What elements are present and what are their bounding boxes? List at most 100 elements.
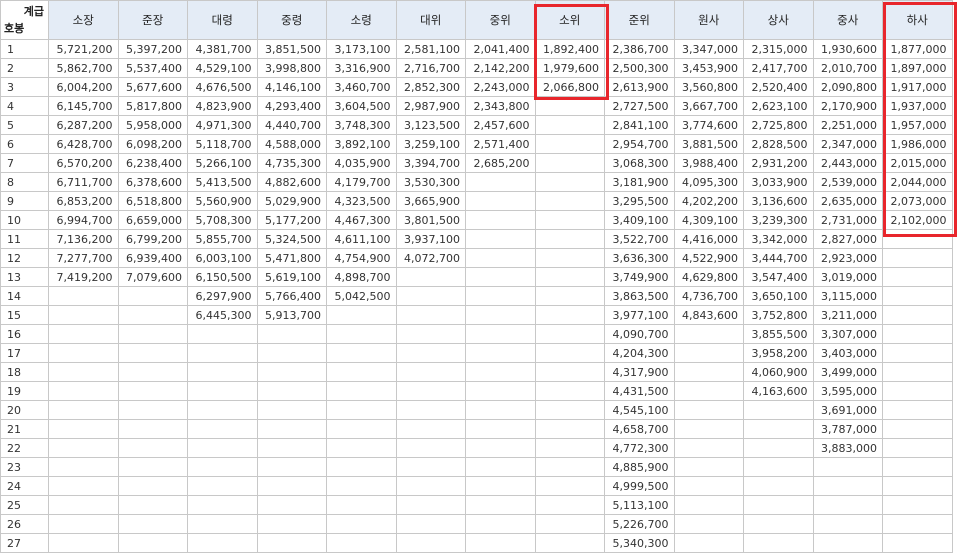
step-number-cell: 26 bbox=[0, 514, 49, 534]
pay-cell bbox=[673, 438, 744, 458]
column-header: 중사 bbox=[812, 0, 883, 40]
pay-cell bbox=[465, 248, 536, 268]
step-number-cell: 10 bbox=[0, 210, 49, 230]
pay-cell bbox=[256, 495, 327, 515]
column-header: 중위 bbox=[465, 0, 536, 40]
pay-cell: 6,378,600 bbox=[117, 172, 188, 192]
pay-cell: 2,243,000 bbox=[465, 77, 536, 97]
pay-cell: 3,855,500 bbox=[743, 324, 814, 344]
pay-cell bbox=[187, 533, 258, 553]
pay-cell bbox=[326, 400, 397, 420]
pay-cell bbox=[256, 343, 327, 363]
pay-cell bbox=[395, 343, 466, 363]
pay-cell bbox=[534, 153, 605, 173]
step-number-cell: 19 bbox=[0, 381, 49, 401]
pay-cell bbox=[256, 362, 327, 382]
pay-cell: 5,958,000 bbox=[117, 115, 188, 135]
pay-cell: 2,954,700 bbox=[604, 134, 675, 154]
pay-cell bbox=[534, 210, 605, 230]
pay-cell bbox=[465, 210, 536, 230]
pay-cell bbox=[465, 381, 536, 401]
pay-cell bbox=[882, 476, 953, 496]
step-number-cell: 5 bbox=[0, 115, 49, 135]
pay-cell bbox=[117, 324, 188, 344]
pay-cell: 5,855,700 bbox=[187, 229, 258, 249]
pay-cell: 3,409,100 bbox=[604, 210, 675, 230]
pay-cell bbox=[882, 457, 953, 477]
pay-cell bbox=[534, 419, 605, 439]
pay-cell: 3,403,000 bbox=[812, 343, 883, 363]
column-header: 소위 bbox=[534, 0, 605, 40]
pay-cell: 2,685,200 bbox=[465, 153, 536, 173]
pay-cell: 1,979,600 bbox=[534, 58, 605, 78]
pay-cell bbox=[395, 514, 466, 534]
column-header: 중령 bbox=[256, 0, 327, 40]
pay-cell bbox=[48, 305, 119, 325]
pay-cell: 3,749,900 bbox=[604, 267, 675, 287]
pay-cell: 4,146,100 bbox=[256, 77, 327, 97]
pay-cell: 3,307,000 bbox=[812, 324, 883, 344]
step-number-cell: 9 bbox=[0, 191, 49, 211]
pay-cell: 3,787,000 bbox=[812, 419, 883, 439]
pay-cell: 3,347,000 bbox=[673, 39, 744, 59]
pay-cell: 2,613,900 bbox=[604, 77, 675, 97]
table-row: 10 6,994,700 6,659,000 5,708,300 5,177,200 4,… bbox=[0, 210, 953, 230]
step-number-cell: 6 bbox=[0, 134, 49, 154]
pay-cell: 3,937,100 bbox=[395, 229, 466, 249]
pay-cell: 3,958,200 bbox=[743, 343, 814, 363]
step-number-cell: 14 bbox=[0, 286, 49, 306]
pay-cell bbox=[326, 438, 397, 458]
pay-cell: 5,413,500 bbox=[187, 172, 258, 192]
pay-cell bbox=[882, 514, 953, 534]
pay-cell bbox=[465, 400, 536, 420]
table-row: 11 7,136,200 6,799,200 5,855,700 5,324,500 4,… bbox=[0, 229, 953, 249]
pay-cell bbox=[534, 343, 605, 363]
pay-cell bbox=[534, 191, 605, 211]
pay-cell: 5,042,500 bbox=[326, 286, 397, 306]
pay-cell: 3,115,000 bbox=[812, 286, 883, 306]
pay-cell bbox=[673, 495, 744, 515]
pay-cell bbox=[465, 476, 536, 496]
step-number-cell: 23 bbox=[0, 457, 49, 477]
column-header: 원사 bbox=[673, 0, 744, 40]
pay-cell: 5,817,800 bbox=[117, 96, 188, 116]
pay-cell: 1,930,600 bbox=[812, 39, 883, 59]
table-row: 15 6,445,300 5,913,700 3,977,100 4,843,600 3,… bbox=[0, 305, 953, 325]
pay-cell: 7,136,200 bbox=[48, 229, 119, 249]
pay-cell bbox=[326, 305, 397, 325]
pay-cell bbox=[326, 495, 397, 515]
pay-cell bbox=[395, 400, 466, 420]
pay-cell: 5,177,200 bbox=[256, 210, 327, 230]
column-header: 대위 bbox=[395, 0, 466, 40]
pay-cell bbox=[882, 400, 953, 420]
pay-cell bbox=[117, 476, 188, 496]
pay-cell: 2,727,500 bbox=[604, 96, 675, 116]
pay-cell: 3,863,500 bbox=[604, 286, 675, 306]
pay-cell: 3,892,100 bbox=[326, 134, 397, 154]
pay-cell: 3,460,700 bbox=[326, 77, 397, 97]
pay-cell bbox=[326, 381, 397, 401]
column-header: 상사 bbox=[743, 0, 814, 40]
pay-cell: 6,428,700 bbox=[48, 134, 119, 154]
table-row: 18 4,317,900 4,060,900 3,499,000 bbox=[0, 362, 953, 382]
pay-cell: 3,595,000 bbox=[812, 381, 883, 401]
pay-cell: 3,988,400 bbox=[673, 153, 744, 173]
table-row: 16 4,090,700 3,855,500 3,307,000 bbox=[0, 324, 953, 344]
pay-cell bbox=[326, 514, 397, 534]
pay-cell: 2,571,400 bbox=[465, 134, 536, 154]
pay-cell bbox=[117, 400, 188, 420]
pay-cell: 3,295,500 bbox=[604, 191, 675, 211]
pay-cell bbox=[187, 362, 258, 382]
pay-cell: 2,066,800 bbox=[534, 77, 605, 97]
pay-cell bbox=[882, 305, 953, 325]
pay-cell bbox=[48, 286, 119, 306]
pay-cell: 3,342,000 bbox=[743, 229, 814, 249]
pay-cell bbox=[187, 400, 258, 420]
step-label: 호봉 bbox=[4, 22, 25, 35]
pay-cell: 1,986,000 bbox=[882, 134, 953, 154]
pay-cell bbox=[256, 514, 327, 534]
table-row: 1 5,721,200 5,397,200 4,381,700 3,851,500 3,1… bbox=[0, 39, 953, 59]
pay-cell bbox=[465, 419, 536, 439]
table-row: 26 5,226,700 bbox=[0, 514, 953, 534]
pay-cell bbox=[395, 324, 466, 344]
